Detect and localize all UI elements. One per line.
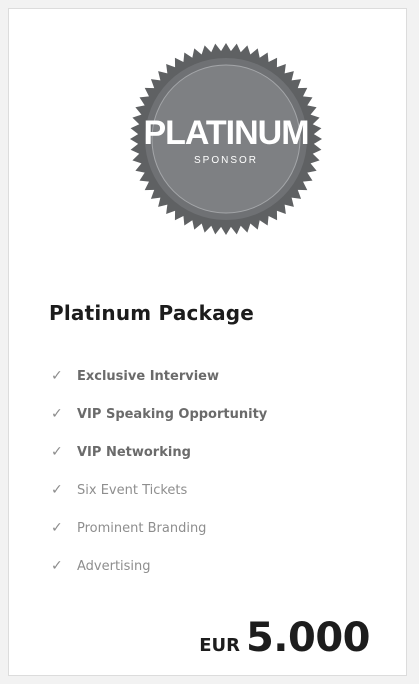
- check-icon: ✓: [51, 482, 63, 498]
- sponsor-package-card: PLATINUM SPONSOR Platinum Package ✓ Excl…: [8, 8, 407, 676]
- check-icon: ✓: [51, 520, 63, 536]
- badge-title: PLATINUM: [143, 114, 308, 152]
- feature-label: Six Event Tickets: [77, 482, 188, 498]
- check-icon: ✓: [51, 558, 63, 574]
- check-icon: ✓: [51, 444, 63, 460]
- feature-item: ✓ VIP Speaking Opportunity: [51, 395, 267, 433]
- package-title: Platinum Package: [49, 301, 255, 325]
- feature-item: ✓ Advertising: [51, 547, 267, 585]
- feature-item: ✓ Exclusive Interview: [51, 357, 267, 395]
- feature-item: ✓ Prominent Branding: [51, 509, 267, 547]
- feature-item: ✓ VIP Networking: [51, 433, 267, 471]
- feature-label: Exclusive Interview: [77, 368, 219, 384]
- feature-label: Advertising: [77, 558, 151, 574]
- feature-list: ✓ Exclusive Interview ✓ VIP Speaking Opp…: [51, 357, 267, 585]
- feature-label: VIP Networking: [77, 444, 191, 460]
- platinum-sponsor-badge: PLATINUM SPONSOR: [128, 41, 324, 237]
- badge-seal-graphic: PLATINUM SPONSOR: [130, 43, 322, 235]
- check-icon: ✓: [51, 368, 63, 384]
- price-amount: 5.000: [245, 615, 371, 661]
- badge-subtitle: SPONSOR: [194, 155, 258, 166]
- package-price: EUR 5.000: [199, 615, 370, 661]
- check-icon: ✓: [51, 406, 63, 422]
- price-currency: EUR: [199, 635, 240, 656]
- feature-label: Prominent Branding: [77, 520, 207, 536]
- feature-item: ✓ Six Event Tickets: [51, 471, 267, 509]
- feature-label: VIP Speaking Opportunity: [77, 406, 268, 422]
